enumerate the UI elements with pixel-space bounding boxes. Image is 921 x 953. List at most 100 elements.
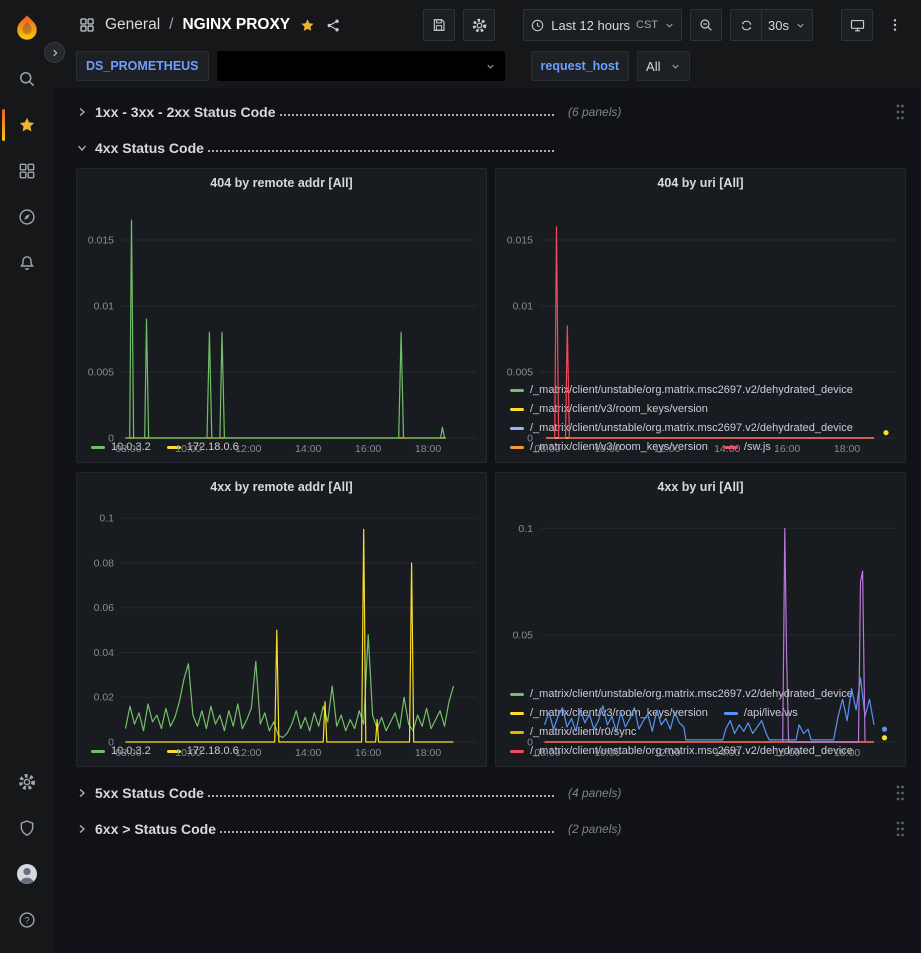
row-dotted-leader: [280, 114, 554, 116]
breadcrumb-separator: /: [169, 16, 173, 34]
sidebar-item-profile[interactable]: [0, 851, 54, 897]
svg-text:12:00: 12:00: [654, 443, 680, 455]
dashboard-canvas: 1xx - 3xx - 2xx Status Code (6 panels): [54, 88, 921, 953]
dashboard-settings-button[interactable]: [463, 9, 495, 41]
svg-text:08:00: 08:00: [534, 443, 560, 455]
chevron-down-icon: [485, 61, 496, 72]
avatar: [15, 862, 39, 886]
svg-text:0: 0: [527, 433, 533, 445]
svg-text:10:00: 10:00: [594, 443, 620, 455]
share-dashboard-button[interactable]: [325, 17, 342, 34]
row-5xx[interactable]: 5xx Status Code (4 panels): [76, 777, 906, 809]
cycle-view-mode-button[interactable]: [841, 9, 873, 41]
row-title: 5xx Status Code: [95, 785, 204, 801]
svg-text:0.01: 0.01: [94, 300, 115, 312]
svg-text:0.1: 0.1: [518, 523, 533, 535]
row-1xx-3xx-2xx[interactable]: 1xx - 3xx - 2xx Status Code (6 panels): [76, 96, 906, 128]
row-dotted-leader: [208, 795, 554, 797]
request-host-value: All: [646, 59, 660, 74]
grafana-flame-icon: [12, 13, 42, 43]
main-area: General / NGINX PROXY: [54, 0, 921, 953]
zoom-out-time-button[interactable]: [690, 9, 722, 41]
panels-grid: 404 by remote addr [All] 00.0050.010.015…: [76, 168, 906, 767]
svg-text:08:00: 08:00: [115, 747, 141, 759]
timeseries-chart[interactable]: 00.0050.010.01508:0010:0012:0014:0016:00…: [77, 197, 486, 437]
variable-label-ds-prometheus[interactable]: DS_PROMETHEUS: [76, 51, 209, 81]
share-icon: [325, 17, 342, 34]
variable-label-request-host[interactable]: request_host: [531, 51, 630, 81]
svg-text:?: ?: [24, 915, 29, 925]
chevron-down-icon: [670, 61, 681, 72]
sidebar-item-explore[interactable]: [0, 194, 54, 240]
bell-icon: [17, 253, 37, 273]
svg-text:08:00: 08:00: [534, 747, 560, 759]
row-dotted-leader: [220, 831, 554, 833]
chevron-down-icon: [795, 20, 806, 31]
sidebar-item-server-admin[interactable]: [0, 805, 54, 851]
svg-text:0: 0: [108, 737, 114, 749]
panel-title[interactable]: 4xx by remote addr [All]: [77, 473, 486, 501]
timezone-label: CST: [636, 19, 658, 31]
svg-text:14:00: 14:00: [714, 443, 740, 455]
row-dotted-leader: [208, 150, 554, 152]
panel-404-by-uri: 404 by uri [All] 00.0050.010.01508:0010:…: [495, 168, 906, 463]
svg-text:14:00: 14:00: [714, 747, 740, 759]
timeseries-chart[interactable]: 00.050.108:0010:0012:0014:0016:0018:00: [496, 501, 905, 684]
sidebar-item-help[interactable]: ?: [0, 897, 54, 943]
row-6xx[interactable]: 6xx > Status Code (2 panels): [76, 813, 906, 845]
svg-text:18:00: 18:00: [415, 443, 441, 455]
svg-text:10:00: 10:00: [594, 747, 620, 759]
time-range-picker[interactable]: Last 12 hours CST: [523, 9, 682, 41]
sidebar-item-dashboards[interactable]: [0, 148, 54, 194]
svg-text:0.01: 0.01: [513, 300, 534, 312]
row-drag-handle[interactable]: [894, 783, 906, 803]
sidebar-item-search[interactable]: [0, 56, 54, 102]
sidebar-item-alerting[interactable]: [0, 240, 54, 286]
refresh-dashboard-button[interactable]: [730, 9, 762, 41]
panel-title[interactable]: 404 by remote addr [All]: [77, 169, 486, 197]
row-4xx[interactable]: 4xx Status Code: [76, 132, 906, 164]
request-host-select[interactable]: All: [637, 51, 690, 81]
row-title: 4xx Status Code: [95, 140, 204, 156]
panel-4xx-by-uri: 4xx by uri [All] 00.050.108:0010:0012:00…: [495, 472, 906, 767]
sidebar-expand-button[interactable]: [44, 42, 65, 63]
search-icon: [17, 69, 37, 89]
grafana-logo[interactable]: [0, 6, 54, 50]
svg-text:0.06: 0.06: [94, 602, 115, 614]
refresh-icon: [739, 18, 754, 33]
save-dashboard-button[interactable]: [423, 9, 455, 41]
row-panel-count: (4 panels): [568, 786, 621, 800]
refresh-interval-dropdown[interactable]: 30s: [762, 9, 813, 41]
favorite-star-button[interactable]: [299, 17, 316, 34]
sidebar-item-configuration[interactable]: [0, 759, 54, 805]
svg-text:0.015: 0.015: [507, 234, 533, 246]
page-title[interactable]: NGINX PROXY: [182, 16, 290, 34]
sidebar-item-starred[interactable]: [0, 102, 54, 148]
more-options-kebab-menu[interactable]: [883, 12, 907, 38]
svg-text:14:00: 14:00: [295, 747, 321, 759]
refresh-interval-value: 30s: [768, 18, 789, 33]
breadcrumb-folder[interactable]: General: [105, 16, 160, 34]
refresh-group: 30s: [730, 9, 813, 41]
timeseries-chart[interactable]: 00.020.040.060.080.108:0010:0012:0014:00…: [77, 501, 486, 741]
panel-title[interactable]: 4xx by uri [All]: [496, 473, 905, 501]
svg-text:14:00: 14:00: [295, 443, 321, 455]
row-drag-handle[interactable]: [894, 102, 906, 122]
row-drag-handle[interactable]: [894, 819, 906, 839]
datasource-select[interactable]: [217, 51, 505, 81]
svg-text:0: 0: [527, 737, 533, 749]
panel-title[interactable]: 404 by uri [All]: [496, 169, 905, 197]
grafana-app: ? General / NGINX PROXY: [0, 0, 921, 953]
chevron-right-icon: [50, 48, 60, 58]
row-panel-count: (2 panels): [568, 822, 621, 836]
svg-text:10:00: 10:00: [175, 443, 201, 455]
svg-text:16:00: 16:00: [774, 747, 800, 759]
dashboards-grid-icon: [17, 161, 37, 181]
compass-icon: [17, 207, 37, 227]
svg-text:16:00: 16:00: [355, 747, 381, 759]
svg-text:12:00: 12:00: [654, 747, 680, 759]
help-icon: ?: [17, 910, 37, 930]
svg-text:0.1: 0.1: [99, 513, 114, 525]
timeseries-chart[interactable]: 00.0050.010.01508:0010:0012:0014:0016:00…: [496, 197, 905, 380]
dashboard-navbar: General / NGINX PROXY: [54, 0, 921, 50]
